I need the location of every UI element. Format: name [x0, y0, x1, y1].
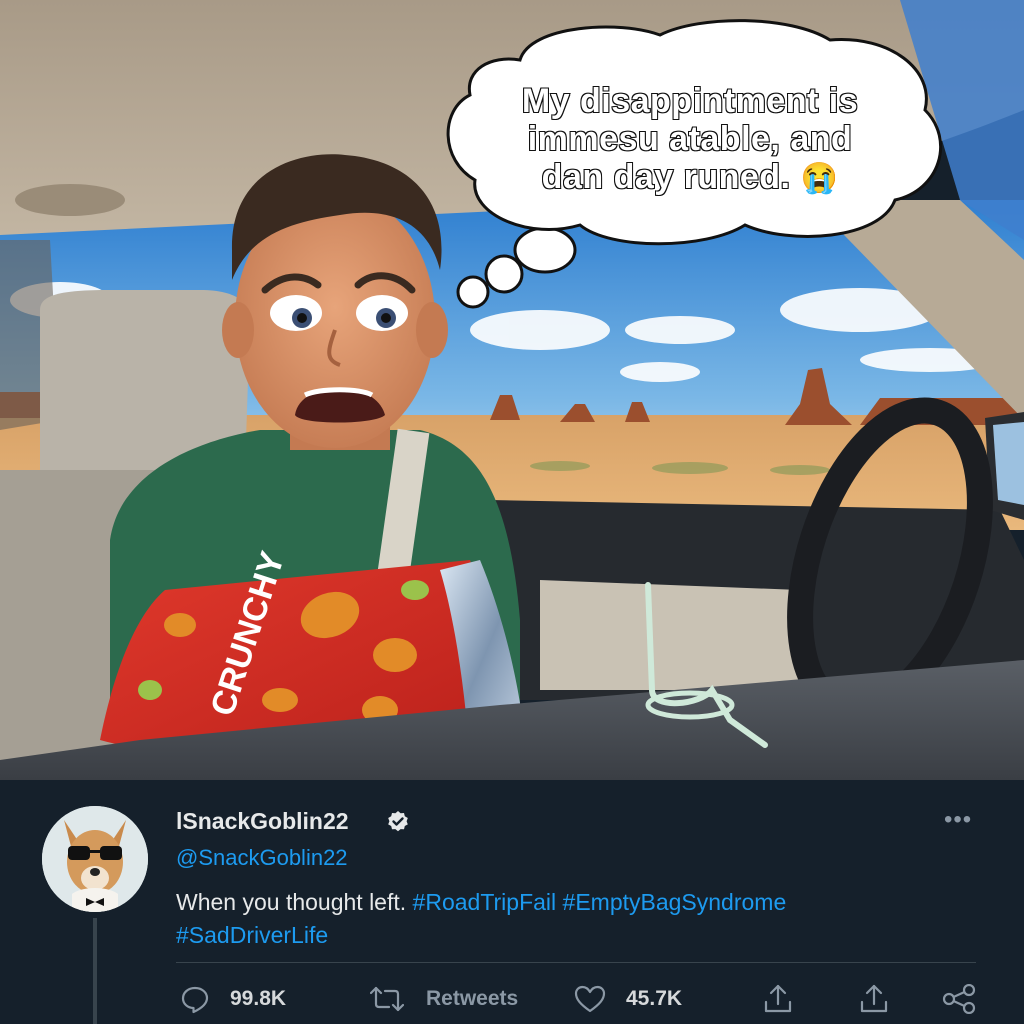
hashtag-link[interactable]: #RoadTripFail: [413, 889, 557, 915]
upload-icon: [860, 984, 888, 1013]
user-handle[interactable]: @SnackGoblin22: [176, 845, 348, 871]
like-button[interactable]: 45.7K: [574, 982, 682, 1016]
dog-avatar-icon: [42, 806, 148, 912]
retweet-button[interactable]: Retweets: [370, 982, 518, 1016]
reply-icon: [181, 986, 209, 1014]
bubble-line-2: immesu atable, and: [527, 119, 853, 159]
heart-icon: [574, 985, 606, 1013]
bubble-line-3: dan day runed. 😭: [470, 157, 910, 198]
divider: [176, 962, 976, 963]
share-icon: [764, 984, 792, 1013]
more-options-icon[interactable]: •••: [944, 806, 972, 834]
thought-bubble-text: My disappintment is immesu atable, and d…: [470, 81, 910, 198]
reply-button[interactable]: 99.8K: [180, 982, 286, 1016]
hashtag-link[interactable]: #EmptyBagSyndrome: [563, 889, 787, 915]
tweet-text-plain: When you thought left.: [176, 889, 407, 915]
link-share-icon: [942, 984, 976, 1014]
tweet-screenshot: CRUNCHY My disappintment is immesu atabl…: [0, 0, 1024, 1024]
hashtag-link[interactable]: #SadDriverLife: [176, 922, 328, 948]
retweet-icon: [370, 986, 404, 1012]
crying-emoji-icon: 😭: [800, 162, 839, 195]
display-name[interactable]: lSnackGoblin22: [176, 808, 349, 835]
bubble-line-3-text: dan day runed.: [541, 157, 791, 197]
share-button[interactable]: [762, 982, 794, 1016]
link-share-button[interactable]: [942, 982, 976, 1016]
like-count: 45.7K: [626, 987, 683, 1010]
tweet-text: When you thought left. #RoadTripFail #Em…: [176, 886, 936, 952]
tweet-image[interactable]: CRUNCHY My disappintment is immesu atabl…: [0, 0, 1024, 780]
retweets-label: Retweets: [426, 987, 519, 1010]
avatar[interactable]: [42, 806, 148, 912]
bubble-line-1: My disappintment is: [521, 81, 859, 121]
reply-count: 99.8K: [230, 987, 287, 1010]
upload-button[interactable]: [858, 982, 890, 1016]
thread-line: [93, 918, 97, 1024]
verified-badge-icon: [388, 811, 408, 832]
